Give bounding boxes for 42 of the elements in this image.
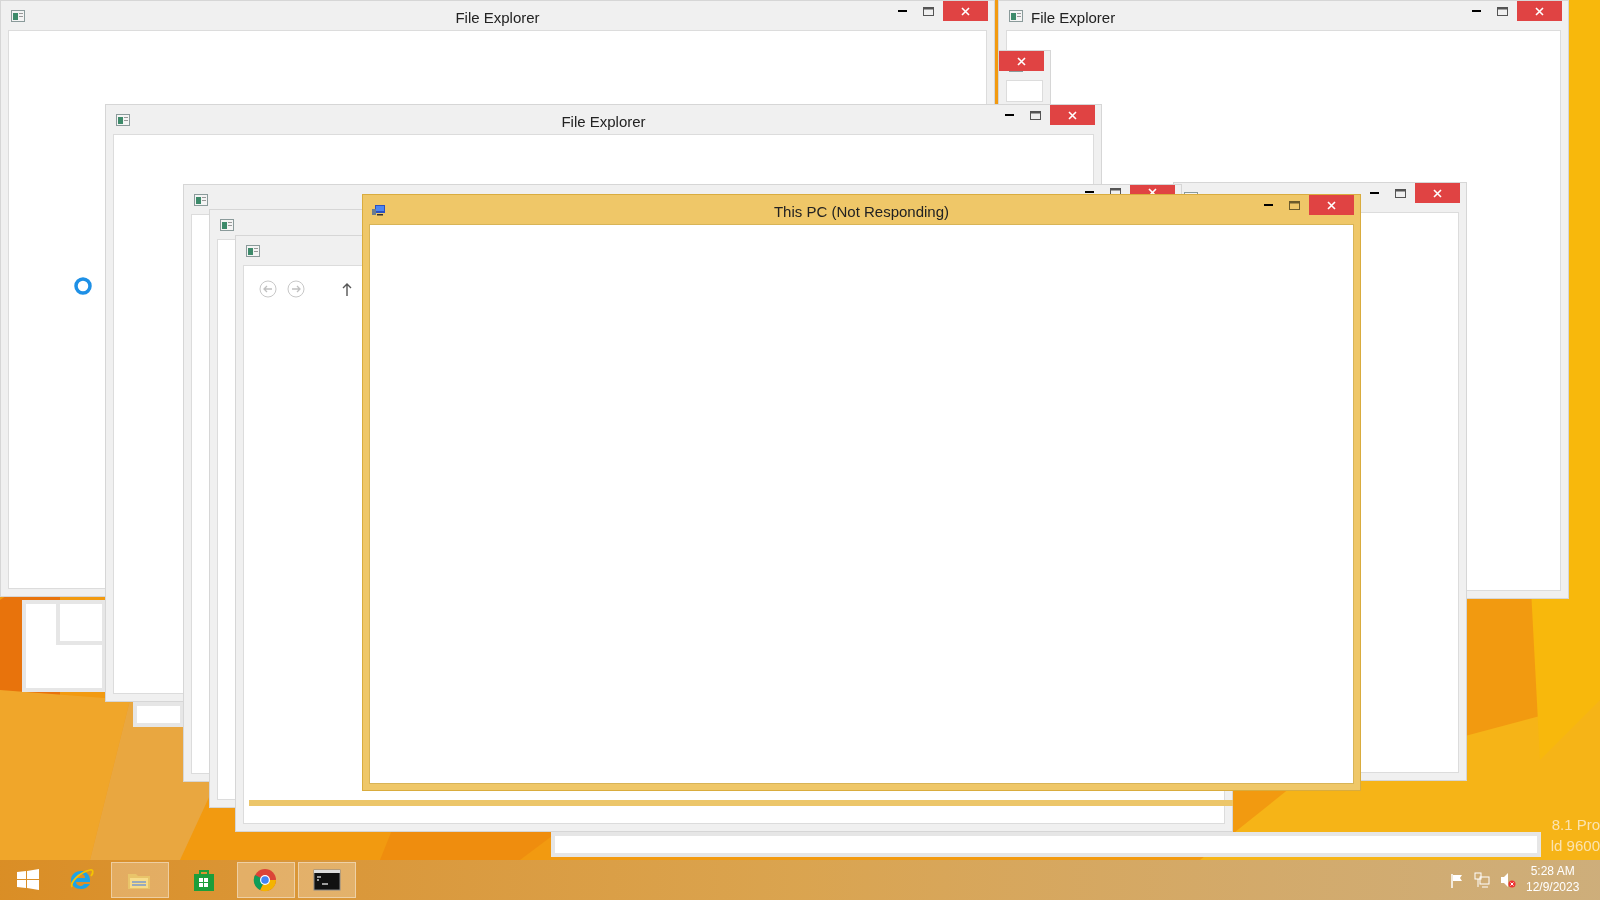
minimize-icon (1471, 7, 1481, 15)
app-icon (1009, 10, 1023, 22)
up-button[interactable] (341, 281, 353, 297)
close-icon (1068, 110, 1077, 120)
console-icon (313, 867, 341, 893)
window-content (1006, 80, 1043, 102)
close-icon (1535, 6, 1544, 16)
window-title: File Explorer (561, 112, 646, 132)
maximize-icon (1496, 6, 1508, 16)
edition-text: 8.1 Pro (1551, 815, 1600, 834)
app-icon (116, 114, 130, 126)
speaker-icon[interactable] (1500, 872, 1516, 888)
edition-text: ld 9600 (1550, 836, 1600, 855)
taskbar-button[interactable] (298, 862, 356, 898)
close-icon (1327, 200, 1336, 210)
minimize-icon (1263, 201, 1273, 209)
close-icon (1148, 188, 1157, 194)
app-icon (11, 10, 25, 22)
app-icon (246, 245, 260, 257)
maximize-icon (1394, 188, 1406, 198)
up-arrow-icon (341, 281, 353, 297)
close-button[interactable] (999, 51, 1044, 71)
close-icon (961, 6, 970, 16)
app-icon (194, 194, 208, 206)
close-button[interactable] (1309, 195, 1354, 215)
close-icon (1017, 56, 1026, 66)
window-title: This PC (Not Responding) (773, 202, 950, 222)
clock-time[interactable]: 5:28 AM (1530, 863, 1575, 879)
computer-icon (371, 203, 386, 216)
minimize-icon (897, 7, 907, 15)
window-title: File Explorer (1031, 8, 1116, 28)
clock-date[interactable]: 12/9/2023 (1526, 879, 1580, 895)
maximize-icon (1288, 200, 1300, 210)
close-icon (1433, 188, 1442, 198)
maximize-icon (1109, 188, 1121, 194)
maximize-icon (922, 6, 934, 16)
maximize-icon (1029, 110, 1041, 120)
minimize-icon (1369, 189, 1379, 197)
close-button[interactable] (1130, 185, 1175, 194)
app-icon (220, 219, 234, 231)
window-title: File Explorer (455, 8, 540, 28)
flag-icon[interactable] (1450, 872, 1464, 888)
